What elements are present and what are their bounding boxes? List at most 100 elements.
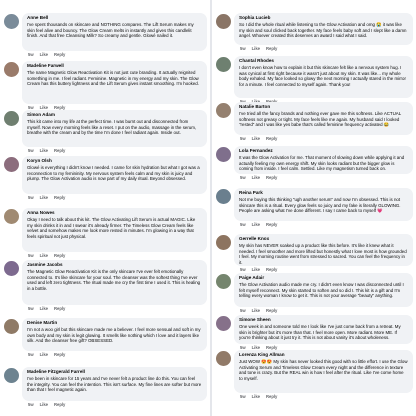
comment-text: Glowé is everything I didn't know I need… <box>27 165 200 182</box>
like-button[interactable]: Like <box>252 267 260 272</box>
avatar[interactable] <box>216 147 231 162</box>
comment-text: Just WOW 😍😍 My skin has never looked thi… <box>239 359 408 381</box>
avatar[interactable] <box>4 209 19 224</box>
comment-text: The Glow Activation audio made me cry. I… <box>239 282 404 299</box>
avatar[interactable] <box>216 351 231 366</box>
comment-actions: 5w Like Reply <box>28 195 71 201</box>
commenter-name[interactable]: Anne Bell <box>27 15 202 21</box>
comment-bubble: Denise Martin I'm not a woo girl but this… <box>22 318 207 351</box>
comment-text: I've been in skincare for 15 years and I… <box>27 376 202 393</box>
comment-bubble: Lola Fernandez It was the Glow Activation… <box>234 146 413 174</box>
like-button[interactable]: Like <box>252 46 260 51</box>
commenter-name[interactable]: Lorenza King Allman <box>239 352 408 358</box>
commenter-name[interactable]: Paige Adair <box>239 275 408 281</box>
comment-time: 5w <box>28 52 34 57</box>
avatar[interactable] <box>4 14 19 29</box>
like-button[interactable]: Like <box>252 308 260 313</box>
reply-button[interactable]: Reply <box>266 308 277 313</box>
commenter-name[interactable]: Lola Fernandez <box>239 148 408 154</box>
comment-item: Koryn Olsh Glowé is everything I didn't k… <box>0 156 210 202</box>
like-button[interactable]: Like <box>40 52 48 57</box>
avatar[interactable] <box>4 157 19 172</box>
commenter-name[interactable]: Chantal Rhodes <box>239 58 408 64</box>
comment-actions: 5w Like Reply <box>240 136 283 142</box>
like-button[interactable]: Like <box>40 253 48 258</box>
reply-button[interactable]: Reply <box>266 394 277 399</box>
like-button[interactable]: Like <box>252 175 260 180</box>
comment-bubble: Reina Park Not me buying this thinking "u… <box>234 188 413 221</box>
reply-button[interactable]: Reply <box>266 267 277 272</box>
commenter-name[interactable]: Natalie Barton <box>239 104 408 110</box>
like-button[interactable]: Like <box>40 352 48 357</box>
reply-button[interactable]: Reply <box>266 46 277 51</box>
like-button[interactable]: Like <box>252 136 260 141</box>
like-button[interactable]: Like <box>252 394 260 399</box>
comment-item: Simone Sheen One week in and someone told… <box>212 315 416 352</box>
reply-button[interactable]: Reply <box>54 306 65 311</box>
commenter-name[interactable]: Simon Adam <box>27 112 202 118</box>
comment-bubble: Anna Nowes Okay I need to talk about this… <box>22 208 207 252</box>
avatar[interactable] <box>216 14 231 29</box>
comment-bubble: Chantal Rhodes I don't even know how to e… <box>234 56 413 98</box>
comment-text: Not me buying this thinking "ugh another… <box>239 197 401 214</box>
avatar[interactable] <box>216 57 231 72</box>
commenter-name[interactable]: Anna Nowes <box>27 210 202 216</box>
avatar[interactable] <box>4 261 19 276</box>
like-button[interactable]: Like <box>40 148 48 153</box>
comment-actions: 5w Like Reply <box>28 306 71 312</box>
commenter-name[interactable]: Denise Martin <box>27 320 202 326</box>
commenter-name[interactable]: Madeline Farwell <box>27 63 202 69</box>
comment-item: Gerrelle Knox My skin has NEVER soaked up… <box>212 234 416 274</box>
commenter-name[interactable]: Madeline Fitzgerald Farrell <box>27 369 202 375</box>
comment-item: Lola Fernandez It was the Glow Activation… <box>212 146 416 182</box>
comment-text: I've spent thousands on skincare and NOT… <box>27 22 194 39</box>
reply-button[interactable]: Reply <box>54 52 65 57</box>
comment-bubble: Anne Bell I've spent thousands on skincar… <box>22 13 207 51</box>
avatar[interactable] <box>216 189 231 204</box>
avatar[interactable] <box>4 62 19 77</box>
comment-item: Sophia Lucieb So I did the whole ritual w… <box>212 13 416 53</box>
comment-time: 5w <box>240 394 246 399</box>
comment-actions: 5w Like Reply <box>28 148 71 154</box>
avatar[interactable] <box>216 316 231 331</box>
reply-button[interactable]: Reply <box>266 222 277 227</box>
like-button[interactable]: Like <box>252 222 260 227</box>
avatar[interactable] <box>216 274 231 289</box>
comment-item: Anne Bell I've spent thousands on skincar… <box>0 13 210 59</box>
comment-time: 5w <box>28 402 34 407</box>
reply-button[interactable]: Reply <box>266 175 277 180</box>
comment-time: 5w <box>240 136 246 141</box>
comment-item: Natalie Barton I've tried all the fancy b… <box>212 102 416 143</box>
reply-button[interactable]: Reply <box>54 253 65 258</box>
reply-button[interactable]: Reply <box>54 148 65 153</box>
comment-time: 5w <box>28 195 34 200</box>
comment-bubble: Madeline Fitzgerald Farrell I've been in … <box>22 367 207 401</box>
like-button[interactable]: Like <box>40 195 48 200</box>
avatar[interactable] <box>4 319 19 334</box>
commenter-name[interactable]: Sophia Lucieb <box>239 15 408 21</box>
comment-item: Madeline Fitzgerald Farrell I've been in … <box>0 367 210 409</box>
commenter-name[interactable]: Reina Park <box>239 190 408 196</box>
comment-item: Paige Adair The Glow Activation audio mad… <box>212 273 416 315</box>
commenter-name[interactable]: Simone Sheen <box>239 317 408 323</box>
comment-time: 5w <box>28 253 34 258</box>
like-button[interactable]: Like <box>40 306 48 311</box>
comment-bubble: Madeline Farwell The name Magnetic Glow R… <box>22 61 207 104</box>
reply-button[interactable]: Reply <box>54 195 65 200</box>
comment-item: Madeline Farwell The name Magnetic Glow R… <box>0 61 210 112</box>
comment-time: 5w <box>28 352 34 357</box>
reply-button[interactable]: Reply <box>54 402 65 407</box>
comment-item: Chantal Rhodes I don't even know how to e… <box>212 56 416 106</box>
avatar[interactable] <box>4 368 19 383</box>
avatar[interactable] <box>216 235 231 250</box>
comment-text: It was the Glow Activation for me. That … <box>239 155 405 172</box>
reply-button[interactable]: Reply <box>54 352 65 357</box>
reply-button[interactable]: Reply <box>266 136 277 141</box>
commenter-name[interactable]: Gerrelle Knox <box>239 236 408 242</box>
commenter-name[interactable]: Koryn Olsh <box>27 158 202 164</box>
comment-item: Anna Nowes Okay I need to talk about this… <box>0 208 210 260</box>
avatar[interactable] <box>216 103 231 118</box>
commenter-name[interactable]: Jasmine Jacobs <box>27 262 202 268</box>
like-button[interactable]: Like <box>40 402 48 407</box>
avatar[interactable] <box>4 111 19 126</box>
